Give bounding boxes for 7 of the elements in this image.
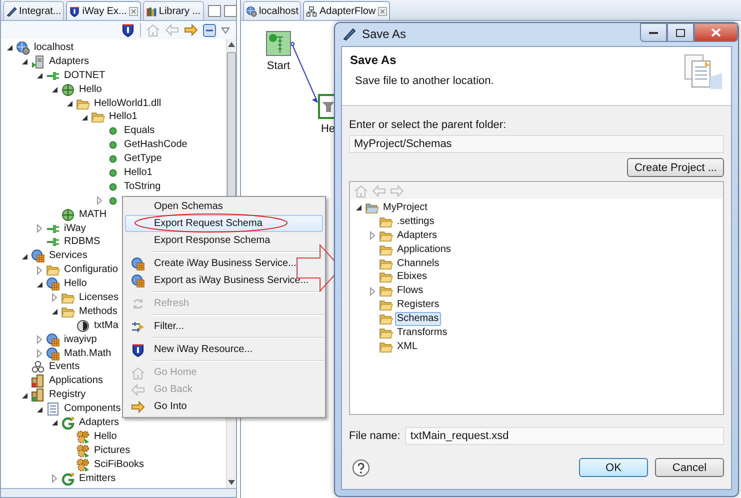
dialog-heading: Save As — [350, 53, 398, 67]
file-name-label: File name: — [349, 430, 400, 442]
folder-label: Enter or select the parent folder: — [349, 119, 508, 131]
node-label: He — [320, 123, 336, 135]
node-label: Start — [266, 60, 291, 72]
dialog-description: Save file to another location. — [354, 75, 495, 87]
window-title: Save As — [362, 27, 406, 41]
